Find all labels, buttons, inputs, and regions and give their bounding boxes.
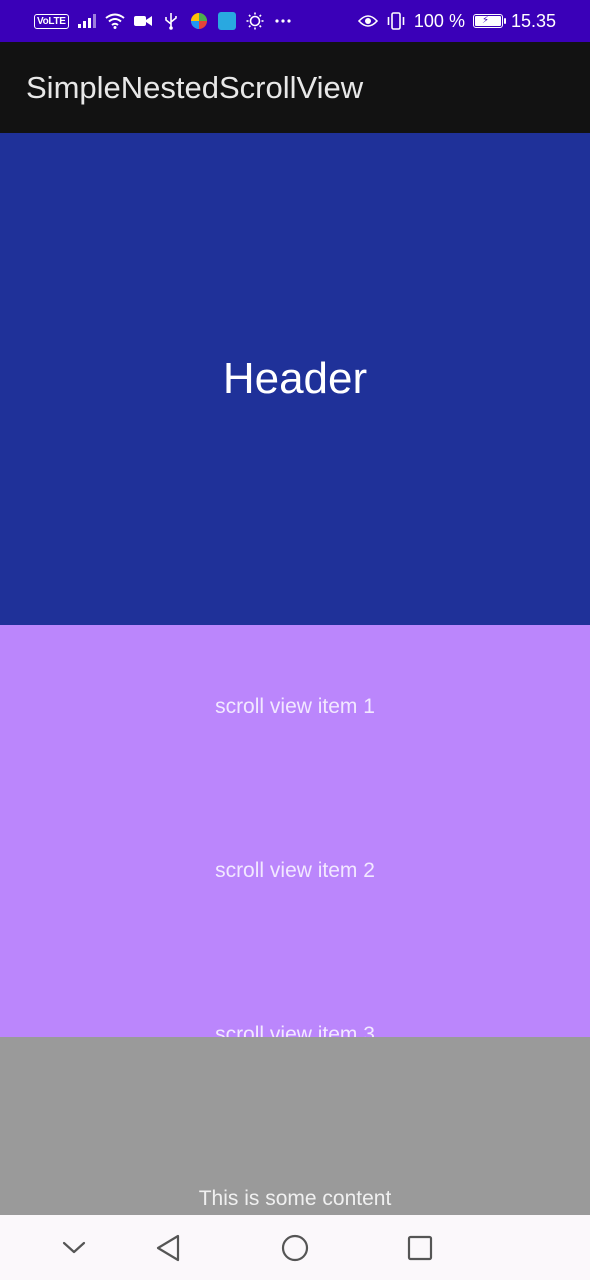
header-panel: Header	[0, 133, 590, 625]
app-icon	[217, 11, 237, 31]
header-text: Header	[222, 354, 368, 403]
status-bar: VoLTE 100 % ⚡ 15.35	[0, 0, 590, 42]
app-bar: SimpleNestedScrollView	[0, 42, 590, 133]
wifi-icon	[105, 11, 125, 31]
app-icon	[189, 11, 209, 31]
usb-icon	[161, 11, 181, 31]
more-icon	[273, 11, 293, 31]
chevron-down-icon	[62, 1241, 86, 1254]
brightness-icon	[245, 11, 265, 31]
battery-percent: 100 %	[413, 10, 465, 31]
battery-icon: ⚡	[472, 14, 506, 28]
app-title: SimpleNestedScrollView	[26, 69, 364, 105]
scroll-view-item: scroll view item 2	[215, 859, 375, 882]
video-icon	[133, 11, 153, 31]
recents-button[interactable]	[403, 1231, 437, 1265]
vibrate-icon	[386, 11, 406, 31]
navigation-bar	[0, 1215, 590, 1280]
content-text: This is some content	[198, 1187, 392, 1210]
eye-icon	[357, 11, 378, 31]
back-button[interactable]	[151, 1231, 185, 1265]
signal-icon	[77, 11, 97, 31]
home-button[interactable]	[278, 1231, 312, 1265]
scroll-view-item: scroll view item 3	[215, 1023, 375, 1037]
hide-keyboard-button[interactable]	[57, 1231, 91, 1265]
status-left: VoLTE	[34, 11, 293, 31]
scroll-view-item: scroll view item 1	[215, 695, 375, 718]
home-circle-icon	[281, 1234, 309, 1262]
clock: 15.35	[510, 10, 556, 31]
status-right: 100 % ⚡ 15.35	[357, 10, 556, 32]
volte-badge: VoLTE	[34, 13, 69, 29]
content-panel: This is some content	[0, 1037, 590, 1215]
nested-scroll-view[interactable]: scroll view item 1 scroll view item 2 sc…	[0, 625, 590, 1037]
recents-square-icon	[407, 1235, 433, 1261]
back-triangle-icon	[156, 1234, 180, 1262]
